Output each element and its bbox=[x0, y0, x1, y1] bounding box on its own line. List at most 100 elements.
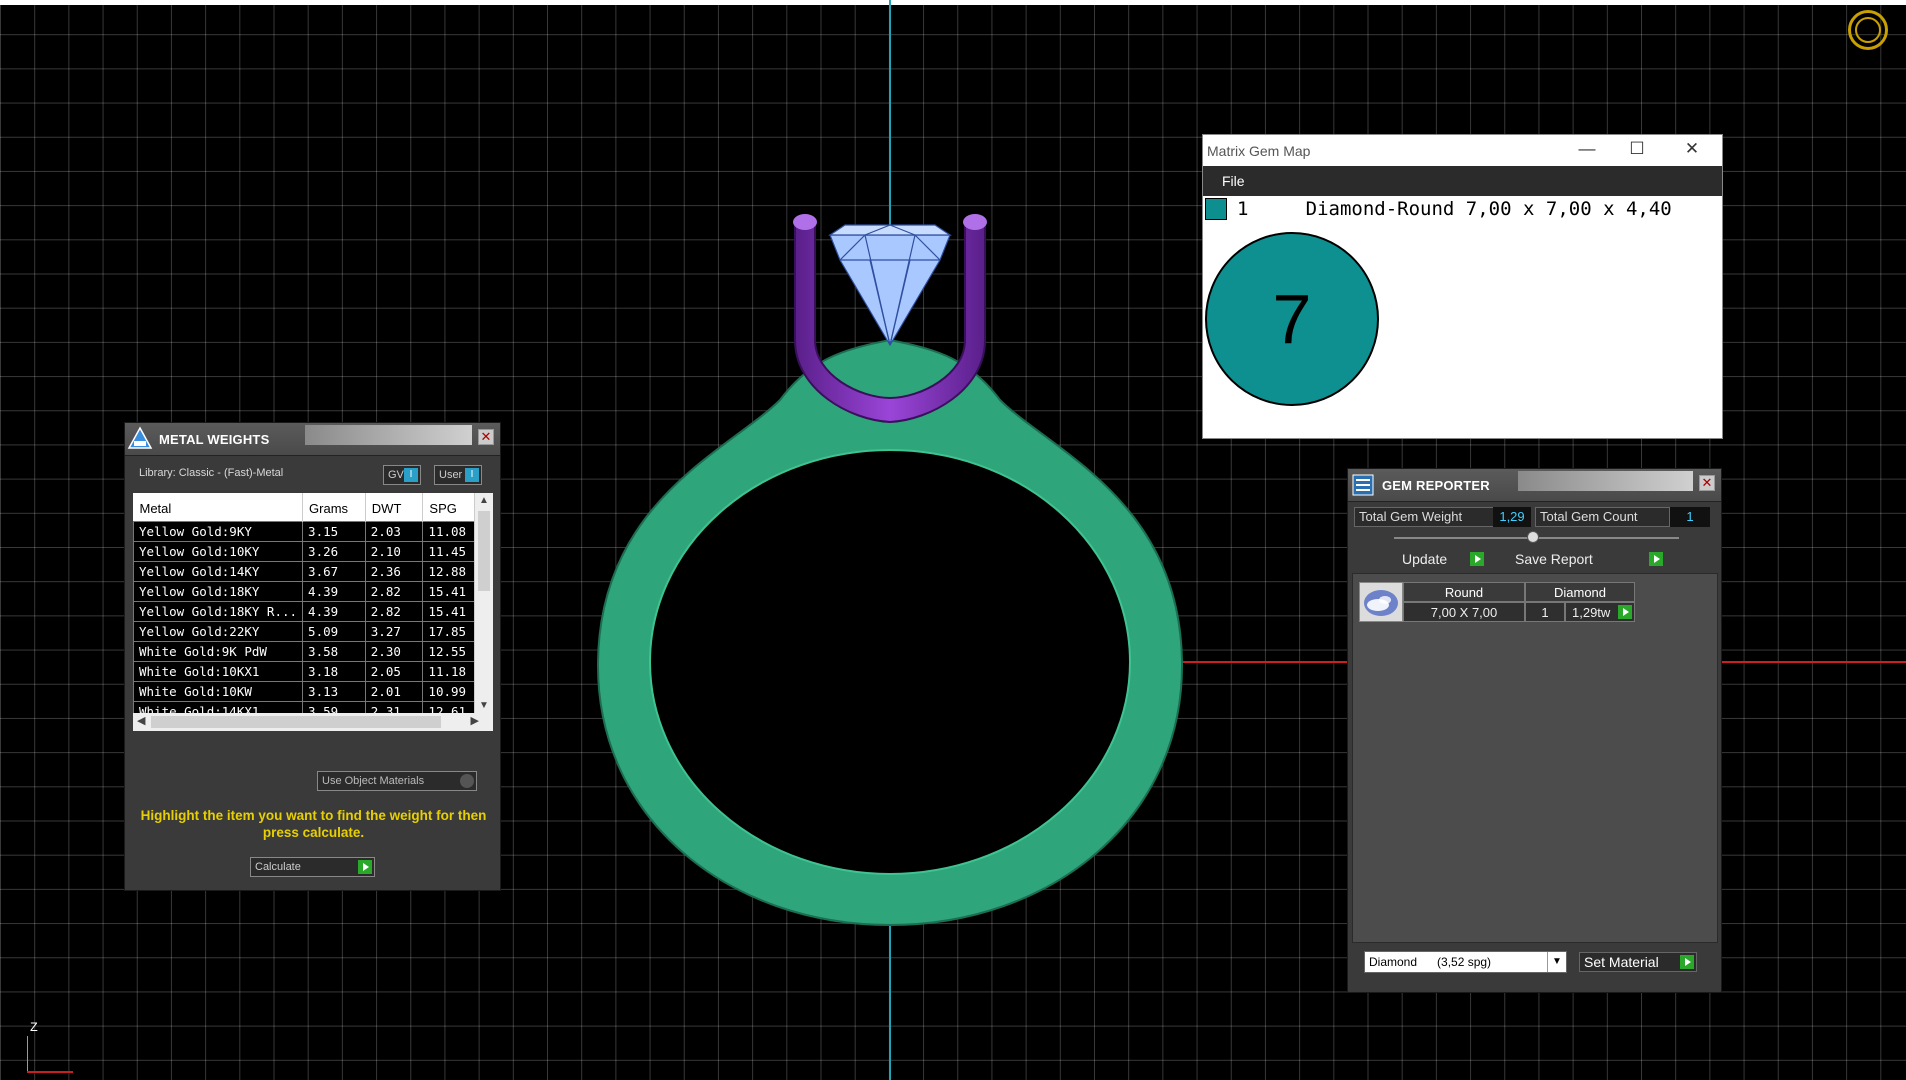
x-axis-indicator bbox=[27, 1071, 73, 1073]
grams-cell: 3.59 bbox=[302, 701, 366, 713]
gem-count: 1 bbox=[1525, 602, 1565, 622]
metal-cell: White Gold:9K PdW bbox=[133, 641, 304, 662]
grams-cell: 3.26 bbox=[302, 541, 366, 562]
user-toggle[interactable]: User I bbox=[434, 465, 482, 485]
gem-reporter-app-icon bbox=[1350, 472, 1376, 498]
metal-cell: White Gold:14KX1 bbox=[133, 701, 304, 713]
table-row[interactable]: White Gold:14KX1 3.59 2.31 12.61 bbox=[133, 701, 475, 713]
spg-cell: 12.88 bbox=[422, 561, 475, 582]
chevron-down-icon[interactable]: ▼ bbox=[1547, 952, 1566, 972]
set-material-button[interactable]: Set Material bbox=[1579, 952, 1697, 972]
metal-cell: Yellow Gold:14KY bbox=[133, 561, 304, 582]
dwt-cell: 2.36 bbox=[364, 561, 424, 582]
gem-reporter-titlebar[interactable]: GEM REPORTER ✕ bbox=[1348, 469, 1721, 502]
metal-weights-title: METAL WEIGHTS bbox=[159, 431, 270, 447]
table-row[interactable]: White Gold:9K PdW 3.58 2.30 12.55 bbox=[133, 641, 475, 662]
dwt-cell: 2.05 bbox=[364, 661, 424, 682]
gem-list-item[interactable]: Round Diamond 7,00 X 7,00 1 1,29tw bbox=[1359, 582, 1681, 622]
maximize-icon[interactable]: ☐ bbox=[1617, 139, 1657, 159]
use-object-materials-checkbox[interactable]: Use Object Materials bbox=[317, 771, 477, 791]
library-label: Library: Classic - (Fast)-Metal bbox=[139, 467, 284, 479]
table-row[interactable]: Yellow Gold:18KY 4.39 2.82 15.41 bbox=[133, 581, 475, 602]
dwt-cell: 2.10 bbox=[364, 541, 424, 562]
gem-shape-header: Round bbox=[1403, 582, 1525, 602]
close-icon[interactable]: ✕ bbox=[1699, 475, 1715, 491]
play-icon[interactable] bbox=[1618, 605, 1632, 619]
gem-map-titlebar[interactable]: Matrix Gem Map — ☐ ✕ bbox=[1203, 135, 1722, 166]
z-axis-label: Z bbox=[30, 1020, 38, 1035]
metal-table[interactable]: Metal Grams DWT SPG Yellow Gold:9KY 3.15 2… bbox=[133, 493, 493, 713]
menu-file[interactable]: File bbox=[1222, 173, 1245, 189]
dwt-cell: 2.82 bbox=[364, 601, 424, 622]
spg-cell: 17.85 bbox=[422, 621, 475, 642]
spg-cell: 12.61 bbox=[422, 701, 475, 713]
minimize-icon[interactable]: — bbox=[1567, 139, 1607, 159]
spg-cell: 15.41 bbox=[422, 581, 475, 602]
gv-toggle[interactable]: GV I bbox=[383, 465, 421, 485]
table-row[interactable]: Yellow Gold:22KY 5.09 3.27 17.85 bbox=[133, 621, 475, 642]
table-row[interactable]: Yellow Gold:10KY 3.26 2.10 11.45 bbox=[133, 541, 475, 562]
col-grams[interactable]: Grams bbox=[302, 493, 366, 522]
metal-cell: Yellow Gold:10KY bbox=[133, 541, 304, 562]
grams-cell: 3.15 bbox=[302, 521, 366, 542]
dwt-cell: 2.82 bbox=[364, 581, 424, 602]
dwt-cell: 2.03 bbox=[364, 521, 424, 542]
ring-inner-hole bbox=[650, 450, 1130, 874]
play-icon bbox=[358, 860, 372, 874]
horizontal-scrollbar[interactable]: ◀ ▶ bbox=[133, 713, 493, 731]
table-row[interactable]: Yellow Gold:18KY R... 4.39 2.82 15.41 bbox=[133, 601, 475, 622]
diamond-gem bbox=[828, 224, 952, 347]
play-icon bbox=[1680, 955, 1694, 969]
calculate-button[interactable]: Calculate bbox=[250, 857, 375, 877]
metal-cell: Yellow Gold:18KY R... bbox=[133, 601, 304, 622]
total-gem-weight-value: 1,29 bbox=[1493, 507, 1531, 527]
table-row[interactable]: White Gold:10KX1 3.18 2.05 11.18 bbox=[133, 661, 475, 682]
col-spg[interactable]: SPG bbox=[422, 493, 475, 522]
gem-map-row[interactable]: 1 Diamond-Round 7,00 x 7,00 x 4,40 bbox=[1203, 196, 1672, 222]
gem-list[interactable]: Round Diamond 7,00 X 7,00 1 1,29tw bbox=[1352, 573, 1718, 943]
metal-cell: Yellow Gold:18KY bbox=[133, 581, 304, 602]
gem-reporter-title: GEM REPORTER bbox=[1382, 477, 1490, 493]
spg-cell: 12.55 bbox=[422, 641, 475, 662]
gem-reporter-panel: GEM REPORTER ✕ Total Gem Weight 1,29 Tot… bbox=[1347, 468, 1722, 993]
gem-material-header: Diamond bbox=[1525, 582, 1635, 602]
scroll-down-icon[interactable]: ▼ bbox=[479, 700, 489, 711]
spg-cell: 15.41 bbox=[422, 601, 475, 622]
gem-thumbnail-icon bbox=[1359, 582, 1403, 622]
metal-weights-titlebar[interactable]: METAL WEIGHTS ✕ bbox=[125, 423, 500, 456]
metal-weights-app-icon bbox=[127, 426, 153, 452]
gem-color-swatch bbox=[1205, 198, 1227, 220]
view-compass-icon[interactable] bbox=[1848, 10, 1888, 50]
play-icon bbox=[1649, 552, 1663, 566]
gem-map-title: Matrix Gem Map bbox=[1207, 142, 1311, 159]
close-icon[interactable]: ✕ bbox=[1672, 139, 1712, 159]
gem-weight[interactable]: 1,29tw bbox=[1565, 602, 1635, 622]
gem-slider-handle[interactable] bbox=[1527, 531, 1539, 543]
dwt-cell: 3.27 bbox=[364, 621, 424, 642]
viewport-top-border bbox=[0, 0, 1906, 5]
spg-cell: 11.08 bbox=[422, 521, 475, 542]
scroll-right-icon[interactable]: ▶ bbox=[471, 714, 479, 727]
gem-size-circle[interactable]: 7 bbox=[1205, 232, 1379, 406]
total-gem-count-label: Total Gem Count bbox=[1535, 507, 1670, 527]
grams-cell: 4.39 bbox=[302, 601, 366, 622]
save-report-button[interactable]: Save Report bbox=[1515, 549, 1665, 569]
grams-cell: 3.18 bbox=[302, 661, 366, 682]
col-metal[interactable]: Metal bbox=[133, 493, 304, 522]
table-row[interactable]: Yellow Gold:14KY 3.67 2.36 12.88 bbox=[133, 561, 475, 582]
table-row[interactable]: White Gold:10KW 3.13 2.01 10.99 bbox=[133, 681, 475, 702]
material-select[interactable]: Diamond (3,52 spg) ▼ bbox=[1364, 951, 1567, 973]
close-icon[interactable]: ✕ bbox=[478, 429, 494, 445]
vertical-scrollbar[interactable]: ▲ ▼ bbox=[474, 493, 493, 713]
metal-cell: Yellow Gold:9KY bbox=[133, 521, 304, 542]
ring-model[interactable] bbox=[580, 200, 1200, 940]
scroll-up-icon[interactable]: ▲ bbox=[479, 495, 489, 506]
col-dwt[interactable]: DWT bbox=[365, 493, 424, 522]
update-button[interactable]: Update bbox=[1402, 549, 1486, 569]
spg-cell: 11.18 bbox=[422, 661, 475, 682]
grams-cell: 3.58 bbox=[302, 641, 366, 662]
metal-cell: White Gold:10KX1 bbox=[133, 661, 304, 682]
table-row[interactable]: Yellow Gold:9KY 3.15 2.03 11.08 bbox=[133, 521, 475, 542]
scroll-left-icon[interactable]: ◀ bbox=[137, 714, 145, 727]
grams-cell: 5.09 bbox=[302, 621, 366, 642]
